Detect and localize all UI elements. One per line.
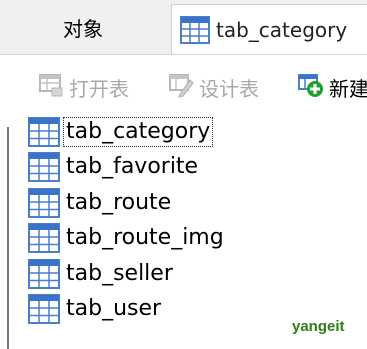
design-table-label: 设计表 [199, 76, 259, 101]
table-icon [28, 294, 60, 325]
toolbar: 打开表 设计表 新建 [0, 55, 367, 121]
table-name: tab_seller [66, 260, 173, 286]
left-gutter [0, 121, 30, 349]
watermark: yangeit [292, 318, 345, 335]
open-table-label: 打开表 [69, 76, 129, 101]
table-icon [28, 116, 60, 147]
open-table-button[interactable]: 打开表 [38, 69, 129, 105]
new-table-label: 新建 [329, 76, 367, 101]
tab-objects[interactable]: 对象 [0, 0, 166, 54]
tab-table-tab-category[interactable]: tab_category [171, 4, 367, 54]
table-list: tab_category tab_favorite tab_route tab_rou… [28, 114, 367, 327]
table-name: tab_route_img [66, 225, 224, 251]
table-name: tab_category [62, 116, 214, 147]
table-name: tab_route [66, 189, 172, 215]
table-icon [28, 223, 60, 254]
table-icon [28, 258, 60, 289]
gutter-divider [7, 127, 9, 349]
table-name: tab_favorite [66, 154, 199, 180]
table-list-item[interactable]: tab_route [28, 185, 367, 221]
new-table-icon [298, 72, 324, 103]
open-table-icon [38, 72, 64, 103]
table-icon [28, 152, 60, 183]
table-icon [180, 15, 210, 44]
new-table-button[interactable]: 新建 [298, 69, 367, 105]
table-list-item[interactable]: tab_category [28, 114, 367, 150]
table-name: tab_user [66, 296, 162, 322]
table-list-item[interactable]: tab_favorite [28, 150, 367, 186]
navicat-object-panel: 对象 tab_category 打开表 设计表 新建 tab_category … [0, 0, 367, 349]
tab-objects-label: 对象 [63, 16, 103, 41]
design-table-button[interactable]: 设计表 [168, 69, 259, 105]
tab-doc-label: tab_category [216, 17, 348, 42]
design-table-icon [168, 72, 194, 103]
tab-bar: 对象 tab_category [0, 0, 367, 55]
table-icon [28, 187, 60, 218]
table-list-item[interactable]: tab_route_img [28, 221, 367, 257]
table-list-item[interactable]: tab_seller [28, 256, 367, 292]
